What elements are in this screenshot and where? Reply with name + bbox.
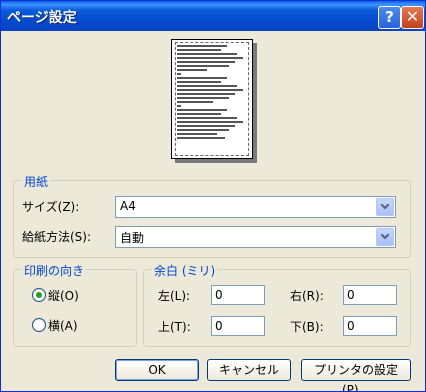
help-icon: ? (385, 8, 394, 26)
close-button[interactable]: ✕ (401, 6, 424, 29)
orientation-group-legend: 印刷の向き (22, 262, 87, 279)
close-icon: ✕ (405, 7, 420, 26)
top-margin-input[interactable]: 0 (211, 316, 265, 336)
chevron-down-icon[interactable] (376, 228, 394, 246)
page-setup-dialog: ページ設定 ? ✕ 用紙 サイズ(Z): A4 給紙方法(S): 自動 印刷の向… (0, 0, 426, 392)
left-margin-value: 0 (215, 288, 223, 302)
title-bar[interactable]: ページ設定 ? ✕ (1, 1, 425, 31)
margins-group: 余白 (ミリ) 左(L): 0 右(R): 0 上(T): 0 下(B): 0 (143, 262, 411, 347)
preview-sheet (171, 39, 253, 159)
paper-source-value: 自動 (120, 231, 145, 245)
radio-selected-dot (36, 292, 42, 298)
printer-settings-button[interactable]: プリンタの設定(P)... (301, 359, 411, 391)
bottom-margin-label: 下(B): (290, 320, 324, 334)
landscape-label[interactable]: 横(A) (48, 317, 78, 334)
cancel-button[interactable]: キャンセル (207, 359, 291, 381)
right-margin-label: 右(R): (290, 289, 324, 303)
orientation-group: 印刷の向き 縦(O) 横(A) (13, 262, 137, 347)
left-margin-label: 左(L): (158, 289, 191, 303)
paper-source-dropdown[interactable]: 自動 (115, 226, 396, 248)
bottom-margin-value: 0 (347, 319, 355, 333)
right-margin-value: 0 (347, 288, 355, 302)
window-title: ページ設定 (7, 10, 77, 26)
size-value: A4 (120, 199, 136, 213)
portrait-radio[interactable] (32, 288, 46, 302)
page-preview (171, 39, 257, 163)
bottom-margin-input[interactable]: 0 (343, 316, 397, 336)
help-button[interactable]: ? (378, 6, 401, 29)
preview-text-area (175, 42, 249, 156)
ok-button[interactable]: OK (115, 359, 199, 381)
landscape-radio[interactable] (32, 318, 46, 332)
size-dropdown[interactable]: A4 (115, 196, 396, 218)
portrait-label[interactable]: 縦(O) (48, 287, 79, 304)
paper-group: 用紙 サイズ(Z): A4 給紙方法(S): 自動 (13, 173, 411, 258)
chevron-down-icon[interactable] (376, 198, 394, 216)
left-margin-input[interactable]: 0 (211, 285, 265, 305)
paper-source-label: 給紙方法(S): (22, 230, 92, 244)
top-margin-label: 上(T): (158, 320, 191, 334)
paper-group-legend: 用紙 (22, 173, 51, 190)
right-margin-input[interactable]: 0 (343, 285, 397, 305)
margins-group-legend: 余白 (ミリ) (152, 262, 218, 279)
top-margin-value: 0 (215, 319, 223, 333)
size-label: サイズ(Z): (22, 200, 80, 214)
